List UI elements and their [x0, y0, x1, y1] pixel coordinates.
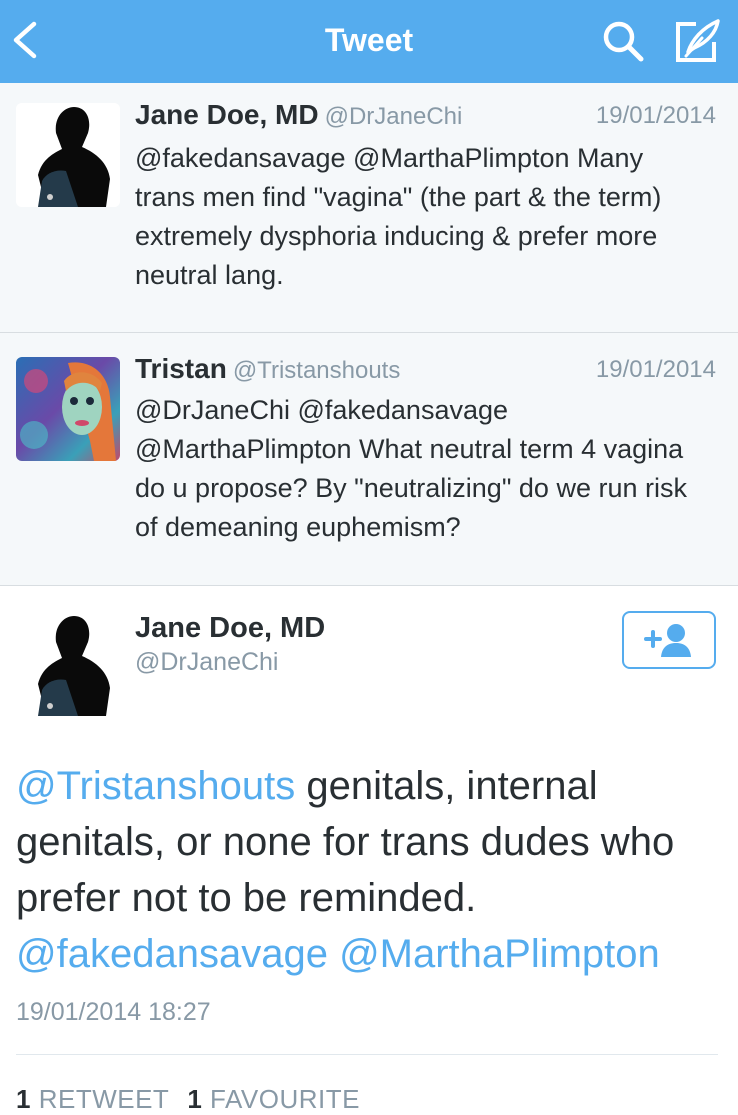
tweet-text: @DrJaneChi @fakedansavage @MarthaPlimpto… — [135, 395, 687, 542]
nav-bar: Tweet — [0, 0, 738, 83]
tweet-timestamp: 19/01/2014 18:27 — [16, 998, 211, 1026]
user-handle[interactable]: @DrJaneChi — [325, 103, 463, 130]
favourite-label: FAVOURITE — [210, 1084, 360, 1114]
favourite-stat[interactable]: 1 FAVOURITE — [187, 1084, 360, 1114]
mention-link[interactable]: @Tristanshouts — [16, 764, 295, 808]
avatar[interactable] — [16, 357, 120, 461]
avatar[interactable] — [16, 612, 120, 716]
tweet-stats: 1 RETWEET 1 FAVOURITE — [16, 1084, 360, 1115]
compose-icon[interactable] — [672, 18, 722, 64]
main-user-name[interactable]: Jane Doe, MD — [135, 612, 325, 645]
retweet-stat[interactable]: 1 RETWEET — [16, 1084, 169, 1114]
main-tweet-text: @Tristanshouts genitals, internal genita… — [16, 758, 718, 982]
main-user-handle[interactable]: @DrJaneChi — [135, 648, 278, 677]
favourite-count: 1 — [187, 1084, 203, 1114]
retweet-count: 1 — [16, 1084, 31, 1114]
follow-button[interactable] — [622, 611, 716, 669]
tweet-header: Tristan @Tristanshouts 19/01/2014 — [135, 353, 716, 387]
user-name[interactable]: Tristan — [135, 353, 227, 384]
tweet-row[interactable]: Jane Doe, MD @DrJaneChi 19/01/2014 @faked… — [0, 83, 738, 333]
tweet-row[interactable]: Tristan @Tristanshouts 19/01/2014 @DrJane… — [0, 333, 738, 586]
mention-link[interactable]: @MarthaPlimpton — [339, 932, 660, 976]
tweet-header: Jane Doe, MD @DrJaneChi 19/01/2014 — [135, 99, 716, 133]
tweet-text: @fakedansavage @MarthaPlimpton Many tran… — [135, 143, 662, 290]
tweet-date: 19/01/2014 — [595, 102, 716, 129]
tweet-date: 19/01/2014 — [595, 356, 716, 383]
divider — [16, 1054, 718, 1055]
mention-link[interactable]: @fakedansavage — [16, 932, 328, 976]
user-name[interactable]: Jane Doe, MD — [135, 99, 319, 130]
avatar[interactable] — [16, 103, 120, 207]
add-user-icon — [644, 624, 691, 657]
retweet-label: RETWEET — [38, 1084, 170, 1114]
search-icon[interactable] — [600, 18, 646, 64]
user-handle[interactable]: @Tristanshouts — [233, 357, 401, 384]
